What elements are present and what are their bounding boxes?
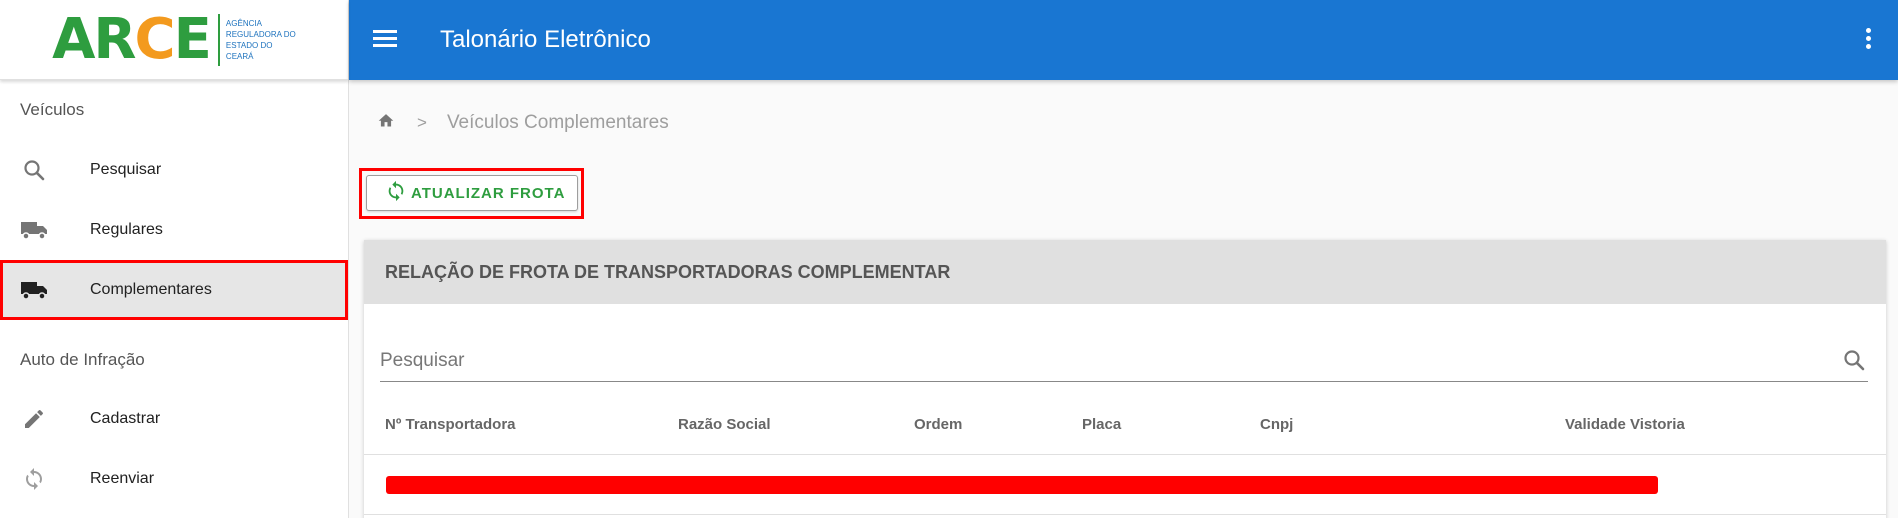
sync-icon [20, 467, 48, 491]
search-icon [20, 158, 48, 182]
arce-logo: ARCE Agência Reguladora do Estado do Cea… [52, 6, 296, 72]
sidebar-item-regulares[interactable]: Regulares [0, 200, 348, 260]
column-header-transportadora[interactable]: Nº Transportadora [385, 416, 516, 433]
sync-icon [385, 180, 407, 207]
section-title-auto-infracao: Auto de Infração [20, 350, 145, 369]
logo-subtitle: Agência Reguladora do Estado do Ceará [225, 18, 296, 61]
table-divider [364, 514, 1886, 515]
more-vert-icon[interactable] [1862, 28, 1874, 54]
sidebar-item-complementares[interactable]: Complementares [0, 260, 348, 320]
logo-area: ARCE Agência Reguladora do Estado do Cea… [0, 0, 348, 80]
column-header-validade-vistoria[interactable]: Validade Vistoria [1565, 416, 1685, 433]
table-divider [364, 454, 1886, 455]
search-field [380, 340, 1868, 382]
truck-icon [20, 218, 48, 242]
sidebar-item-cadastrar[interactable]: Cadastrar [0, 389, 348, 449]
breadcrumb: > Veículos Complementares [377, 112, 669, 134]
sidebar-item-label: Reenviar [90, 470, 155, 487]
column-header-ordem[interactable]: Ordem [914, 416, 962, 433]
column-header-cnpj[interactable]: Cnpj [1260, 416, 1293, 433]
redacted-table-row [386, 476, 1658, 494]
section-title-veiculos: Veículos [20, 100, 85, 119]
hamburger-icon[interactable] [371, 26, 399, 54]
logo-wordmark: ARCE [52, 6, 212, 72]
card-title: RELAÇÃO DE FROTA DE TRANSPORTADORAS COMP… [385, 262, 951, 282]
breadcrumb-current: Veículos Complementares [446, 112, 669, 133]
column-header-placa[interactable]: Placa [1082, 416, 1121, 433]
logo-divider [217, 13, 220, 66]
update-fleet-label: ATUALIZAR FROTA [411, 184, 566, 202]
home-icon[interactable] [377, 112, 395, 134]
sidebar-item-label: Cadastrar [90, 410, 161, 427]
search-icon[interactable] [1842, 348, 1866, 377]
sidebar-item-label: Pesquisar [90, 161, 162, 178]
sidebar-item-label: Complementares [90, 281, 212, 298]
app-title: Talonário Eletrônico [440, 26, 651, 53]
search-input[interactable] [380, 348, 1820, 374]
sidebar: ARCE Agência Reguladora do Estado do Cea… [0, 0, 349, 518]
breadcrumb-separator: > [417, 113, 427, 132]
pencil-icon [20, 407, 48, 431]
fleet-card: RELAÇÃO DE FROTA DE TRANSPORTADORAS COMP… [364, 240, 1886, 518]
sidebar-item-label: Regulares [90, 221, 163, 238]
app-topbar: Talonário Eletrônico [349, 0, 1898, 80]
truck-icon [20, 278, 48, 302]
card-header: RELAÇÃO DE FROTA DE TRANSPORTADORAS COMP… [364, 240, 1886, 304]
column-header-razao-social[interactable]: Razão Social [678, 416, 771, 433]
sidebar-item-reenviar[interactable]: Reenviar [0, 449, 348, 509]
sidebar-item-pesquisar[interactable]: Pesquisar [0, 140, 348, 200]
update-fleet-button[interactable]: ATUALIZAR FROTA [366, 175, 578, 211]
